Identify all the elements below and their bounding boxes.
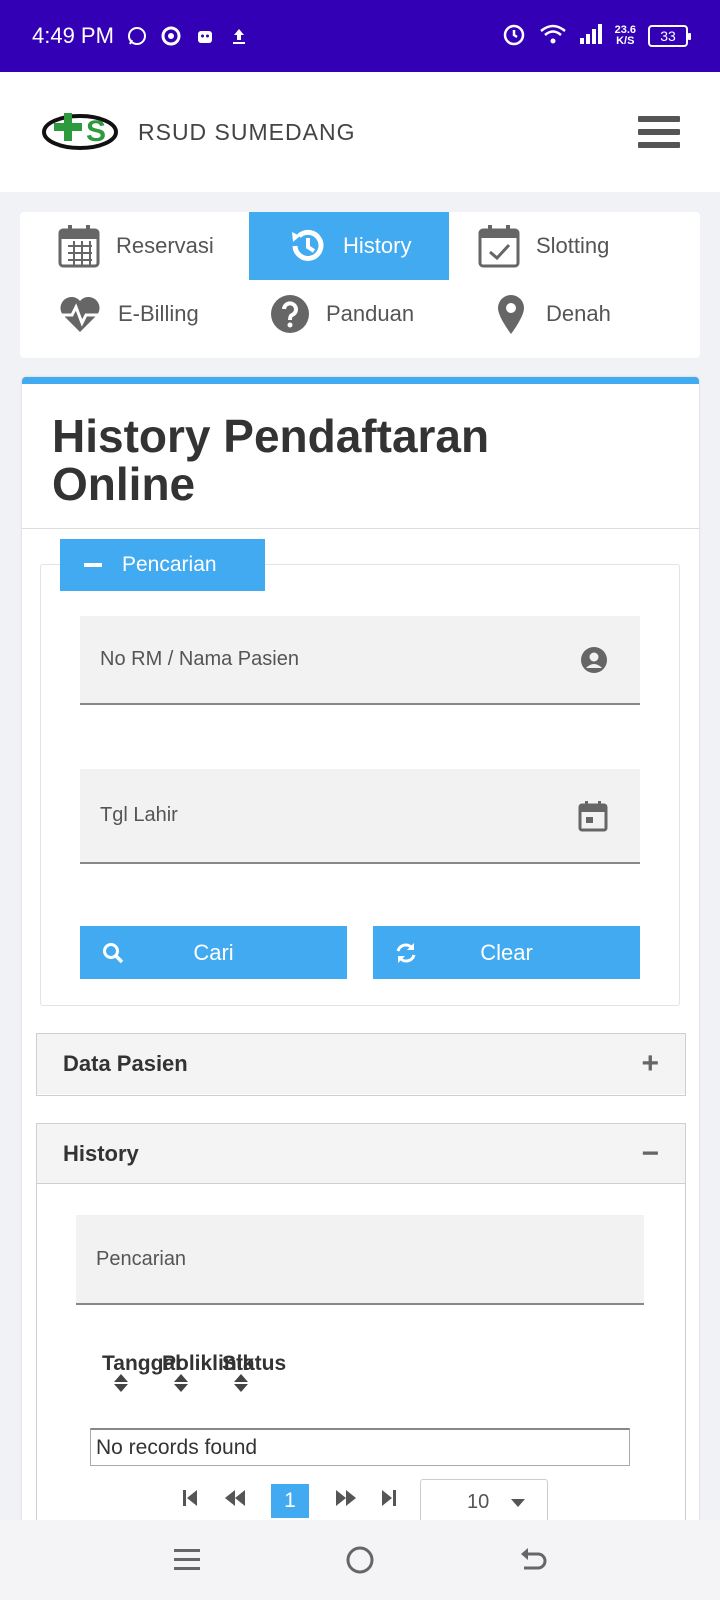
patient-data-panel: Data Pasien + — [36, 1033, 686, 1096]
hamburger-menu-button[interactable] — [638, 116, 680, 148]
menu-label: Reservasi — [116, 233, 214, 258]
system-nav-bar — [0, 1520, 720, 1600]
net-speed-unit: K/S — [616, 35, 635, 47]
rows-per-page-value: 10 — [467, 1490, 490, 1513]
next-page-icon — [336, 1490, 356, 1506]
status-right: 23.6 K/S 33 — [501, 21, 691, 52]
sort-icon[interactable] — [114, 1374, 128, 1392]
calendar-picker-icon[interactable] — [578, 800, 608, 832]
back-arrow-icon — [521, 1548, 547, 1570]
alarm-icon — [501, 21, 527, 52]
sort-icon[interactable] — [234, 1374, 248, 1392]
column-header-status[interactable]: Status — [222, 1352, 286, 1376]
search-button-label: Cari — [193, 939, 234, 965]
menu-label: Panduan — [326, 301, 415, 326]
nav-menu: Reservasi History Slotting E-Billing Pan… — [20, 212, 700, 358]
clear-button-label: Clear — [480, 939, 533, 965]
patient-data-title: Data Pasien — [63, 1051, 188, 1076]
minus-icon — [84, 563, 102, 567]
net-speed: 23.6 K/S — [615, 25, 636, 47]
patient-name-placeholder: No RM / Nama Pasien — [100, 648, 299, 670]
app-header: S RSUD SUMEDANG — [0, 72, 720, 192]
battery-indicator: 33 — [648, 25, 691, 47]
recent-apps-button[interactable] — [167, 1540, 207, 1580]
first-page-icon — [183, 1490, 197, 1506]
previous-page-icon — [225, 1490, 245, 1506]
menu-label: History — [343, 233, 412, 258]
question-icon — [271, 295, 309, 333]
whatsapp-icon — [126, 25, 148, 47]
page-title-line2: Online — [52, 458, 196, 510]
history-header[interactable]: History − — [37, 1124, 685, 1184]
patient-name-input[interactable]: No RM / Nama Pasien — [80, 616, 640, 705]
empty-message: No records found — [96, 1435, 258, 1459]
logo-text: S — [86, 115, 106, 148]
search-button[interactable]: Cari — [80, 926, 347, 979]
history-panel: History − — [36, 1123, 686, 1543]
rows-per-page-select[interactable]: 10 — [420, 1479, 548, 1525]
menu-item-reservasi[interactable]: Reservasi — [58, 212, 268, 280]
birth-date-placeholder: Tgl Lahir — [100, 804, 178, 826]
back-button[interactable] — [513, 1540, 553, 1580]
history-icon — [292, 229, 324, 261]
menu-item-history[interactable]: History — [249, 212, 449, 280]
page-title: History Pendaftaran Online — [52, 412, 489, 508]
patient-data-header[interactable]: Data Pasien + — [37, 1034, 685, 1094]
rsud-logo: S — [42, 113, 118, 150]
sort-icon[interactable] — [174, 1374, 188, 1392]
clear-button[interactable]: Clear — [373, 926, 640, 979]
location-icon — [160, 25, 182, 47]
last-page-icon — [382, 1490, 396, 1506]
chevron-down-icon — [511, 1499, 525, 1507]
calendar-check-icon — [478, 225, 520, 268]
status-time: 4:49 PM — [32, 23, 114, 48]
collapse-icon: − — [641, 1136, 659, 1170]
first-page-button[interactable] — [177, 1484, 203, 1512]
home-button[interactable] — [340, 1540, 380, 1580]
menu-item-denah[interactable]: Denah — [496, 280, 696, 348]
upload-icon — [228, 25, 250, 47]
menu-label: Slotting — [536, 233, 610, 258]
history-filter-placeholder: Pencarian — [96, 1247, 187, 1270]
title-divider — [22, 528, 699, 529]
expand-icon: + — [641, 1047, 659, 1080]
signal-icon — [579, 23, 603, 50]
robot-icon — [194, 25, 216, 47]
previous-page-button[interactable] — [222, 1484, 248, 1512]
next-page-button[interactable] — [333, 1484, 359, 1512]
menu-item-slotting[interactable]: Slotting — [478, 212, 678, 280]
history-filter-input[interactable]: Pencarian — [76, 1215, 644, 1305]
menu-label: E-Billing — [118, 301, 199, 326]
status-bar: 4:49 PM 23.6 K/S 33 — [0, 0, 720, 72]
search-icon — [103, 943, 124, 964]
calendar-icon — [58, 225, 100, 268]
user-circle-icon — [581, 646, 607, 673]
history-panel-title: History — [63, 1140, 139, 1166]
search-legend-label: Pencarian — [122, 553, 217, 576]
birth-date-input[interactable]: Tgl Lahir — [80, 769, 640, 864]
menu-item-e-billing[interactable]: E-Billing — [58, 280, 268, 348]
last-page-button[interactable] — [376, 1484, 402, 1512]
menu-item-panduan[interactable]: Panduan — [270, 280, 470, 348]
menu-lines-icon — [173, 1549, 200, 1570]
home-circle-icon — [346, 1546, 374, 1574]
brand-name: RSUD SUMEDANG — [138, 118, 356, 145]
page-number-1[interactable]: 1 — [271, 1484, 309, 1518]
map-pin-icon — [498, 295, 524, 334]
menu-label: Denah — [546, 301, 611, 326]
page-title-line1: History Pendaftaran — [52, 410, 490, 462]
heartbeat-icon — [60, 296, 100, 332]
refresh-icon — [396, 943, 416, 963]
history-table-body: No records found — [90, 1428, 630, 1466]
search-toggle-button[interactable]: Pencarian — [60, 539, 265, 591]
wifi-icon — [539, 22, 567, 51]
